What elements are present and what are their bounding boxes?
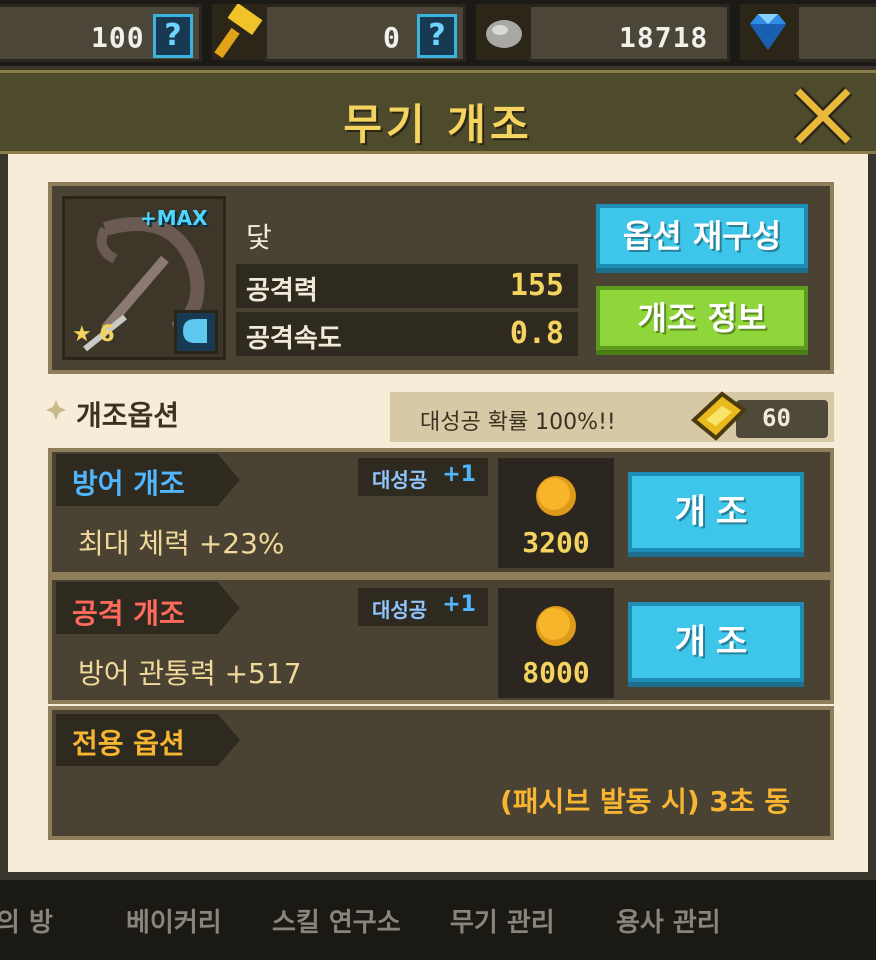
crit-bonus: +1 xyxy=(442,462,476,487)
crit-label: 대성공 xyxy=(372,468,428,492)
question-count: 100 xyxy=(91,21,145,54)
diamond-currency xyxy=(796,4,876,62)
star-icon: ★ xyxy=(72,322,92,347)
stat-row-attack: 공격력 155 xyxy=(236,264,578,308)
special-option-tag: 전용 옵션 xyxy=(72,727,185,760)
star-level: 6 xyxy=(99,322,115,347)
coin-icon xyxy=(536,606,576,646)
close-icon[interactable] xyxy=(790,83,856,149)
stat-label: 공격속도 xyxy=(246,324,342,354)
option-description: 방어 관통력 +517 xyxy=(78,657,302,690)
question-currency: 100 ? xyxy=(0,4,202,62)
coin-icon xyxy=(536,476,576,516)
hammer-icon xyxy=(212,3,268,60)
reroll-option-button[interactable]: 옵션 재구성 xyxy=(596,204,808,268)
option-description: 최대 체력 +23% xyxy=(78,527,285,560)
nav-hero-manage[interactable]: 용사 관리 xyxy=(616,902,721,939)
bottom-nav: 의 방 베이커리 스킬 연구소 무기 관리 용사 관리 xyxy=(0,880,876,960)
special-option-description: (패시브 발동 시) 3초 동 xyxy=(500,785,791,818)
crit-label: 대성공 xyxy=(372,598,428,622)
cost-box: 3200 xyxy=(498,458,614,568)
modify-button[interactable]: 개조 xyxy=(628,602,804,682)
nav-skill-lab[interactable]: 스킬 연구소 xyxy=(272,902,401,939)
cost-value: 8000 xyxy=(522,656,590,689)
gem-slot[interactable] xyxy=(174,310,218,354)
stat-value: 0.8 xyxy=(509,316,564,351)
star-badge: ★ 6 xyxy=(72,322,115,347)
crit-badge: 대성공 +1 xyxy=(358,588,488,626)
crit-bonus: +1 xyxy=(442,592,476,617)
hammer-count: 0 xyxy=(383,21,401,54)
question-icon[interactable]: ? xyxy=(417,14,457,58)
currency-bar: 100 ? 0 ? 18718 xyxy=(0,0,876,66)
hammer-currency: 0 ? xyxy=(264,4,466,62)
stat-row-attack-speed: 공격속도 0.8 xyxy=(236,312,578,356)
options-title: 개조옵션 xyxy=(76,399,180,432)
crit-badge: 대성공 +1 xyxy=(358,458,488,496)
nav-bakery[interactable]: 베이커리 xyxy=(126,902,222,939)
stat-label: 공격력 xyxy=(246,276,318,306)
success-rate-text: 대성공 확률 100%!! xyxy=(420,410,616,435)
modify-button[interactable]: 개조 xyxy=(628,472,804,552)
option-tag-text: 방어 개조 xyxy=(72,467,185,500)
nav-room[interactable]: 의 방 xyxy=(0,902,53,939)
sparkle-icon xyxy=(46,400,66,420)
stone-count: 18718 xyxy=(619,21,709,54)
cost-box: 8000 xyxy=(498,588,614,698)
mod-info-button[interactable]: 개조 정보 xyxy=(596,286,808,350)
option-tag-text: 공격 개조 xyxy=(72,597,185,630)
modal-header: 무기 개조 xyxy=(0,70,876,154)
modal-title: 무기 개조 xyxy=(343,100,533,149)
stone-icon xyxy=(476,4,532,60)
max-label: +MAX xyxy=(140,206,208,230)
weapon-name: 닻 xyxy=(246,221,272,254)
gem-icon xyxy=(183,319,207,343)
diamond-icon xyxy=(740,4,796,60)
question-icon[interactable]: ? xyxy=(153,14,193,58)
nav-weapon-manage[interactable]: 무기 관리 xyxy=(450,902,555,939)
stone-currency: 18718 xyxy=(528,4,730,62)
ticket-count: 60 xyxy=(762,404,791,432)
stat-value: 155 xyxy=(509,268,564,303)
ticket-icon xyxy=(686,390,750,446)
cost-value: 3200 xyxy=(522,526,590,559)
